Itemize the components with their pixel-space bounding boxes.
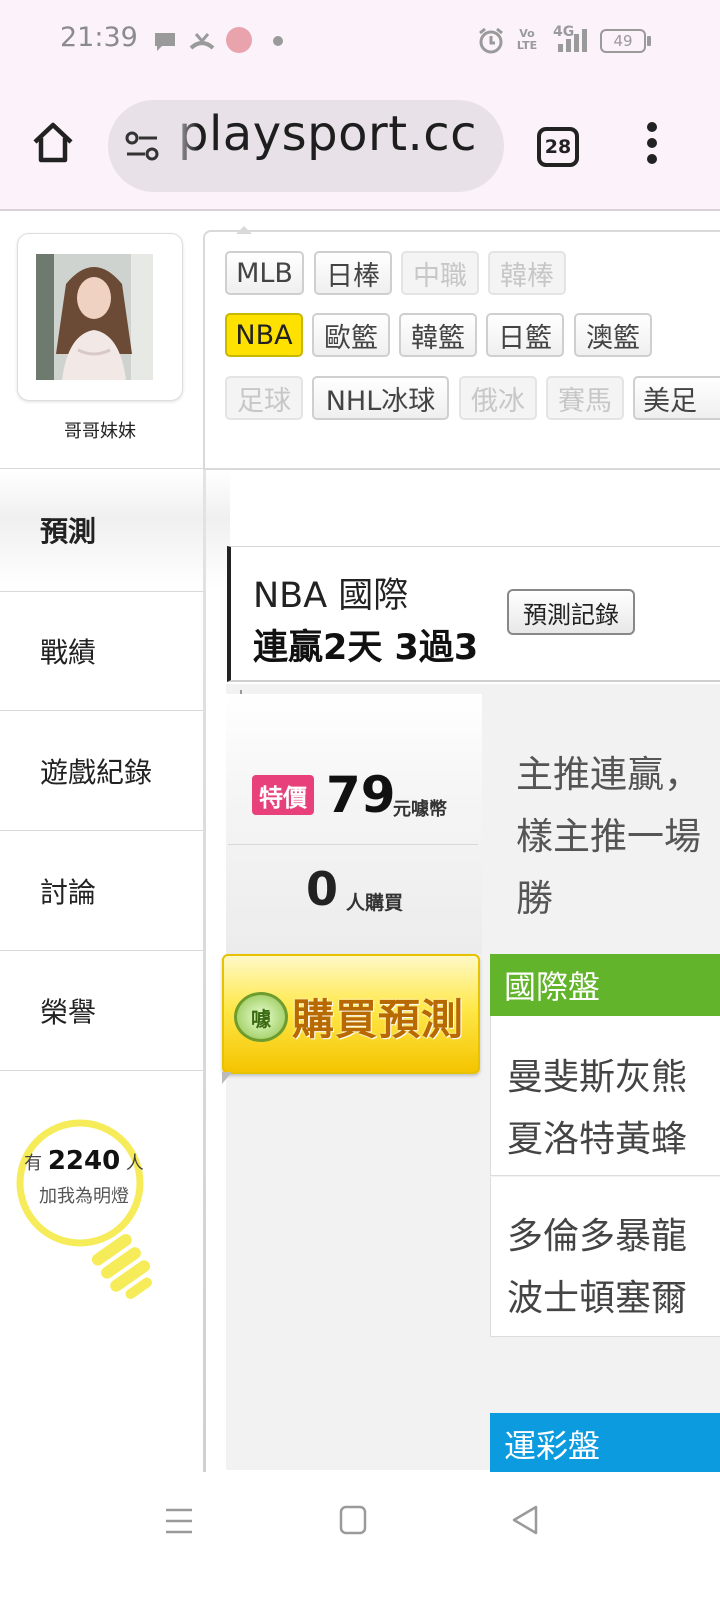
avatar-image [36, 254, 153, 380]
buy-prediction-button[interactable]: 噱 購買預測 [222, 954, 480, 1074]
sport-tab-kbo[interactable]: 韓棒 [488, 251, 566, 295]
sport-tab-japan-basketball[interactable]: 日籃 [486, 313, 564, 357]
coin-icon: 噱 [234, 992, 288, 1042]
sidebar-item-record[interactable]: 戰績 [0, 591, 206, 711]
buy-prediction-label: 購買預測 [292, 995, 465, 1044]
discount-badge: 特價 [252, 775, 314, 815]
buyers-count: 0 [306, 862, 339, 916]
chrome-divider [0, 209, 720, 211]
buyers-unit: 人購買 [346, 892, 404, 914]
sport-tab-mlb[interactable]: MLB [225, 251, 304, 295]
match-team-away: 曼斐斯灰熊 [507, 1057, 688, 1098]
fans-prefix: 有 [24, 1153, 43, 1174]
home-square-icon[interactable] [338, 1504, 368, 1536]
profile-name[interactable]: 哥哥妹妹 [0, 417, 200, 443]
alarm-icon [479, 27, 503, 54]
sidebar-divider [0, 468, 206, 469]
coin-char: 噱 [251, 1006, 271, 1031]
sport-tab-american-football[interactable]: 美足 [633, 376, 720, 420]
url-text[interactable]: playsport.cc [178, 106, 477, 162]
match-team-away: 多倫多暴龍 [507, 1216, 688, 1257]
button-corner [222, 1072, 232, 1084]
analysis-text: 主推連贏， 樣主推一場 勝 [516, 744, 720, 930]
missed-call-icon [189, 33, 215, 50]
battery-tip [647, 36, 651, 46]
sport-tab-soccer[interactable]: 足球 [225, 376, 303, 420]
fans-count-line: 有 2240 人 [24, 1146, 144, 1176]
sport-tab-korea-basketball[interactable]: 韓籃 [399, 313, 477, 357]
sidebar-item-label: 預測 [40, 515, 97, 548]
sidebar-item-game-history[interactable]: 遊戲紀錄 [0, 711, 206, 831]
analysis-line: 勝 [516, 877, 553, 920]
sport-tab-russian-hockey[interactable]: 俄冰 [459, 376, 537, 420]
match-team-home: 夏洛特黃蜂 [507, 1119, 688, 1160]
fans-suffix: 人 [125, 1153, 144, 1174]
price-divider [228, 844, 478, 845]
avatar[interactable] [36, 254, 153, 380]
prediction-streak: 連贏2天 3過3 [253, 628, 479, 668]
price-value: 79 [326, 766, 396, 824]
sidebar-item-honors[interactable]: 榮譽 [0, 951, 206, 1071]
sport-tab-euro-basketball[interactable]: 歐籃 [312, 313, 390, 357]
url-bar[interactable]: playsport.cc [108, 100, 504, 192]
fans-count: 2240 [47, 1146, 121, 1176]
prediction-title: NBA 國際 [253, 576, 409, 616]
back-triangle-icon[interactable] [510, 1504, 540, 1536]
home-icon[interactable] [30, 120, 76, 166]
site-settings-icon[interactable] [124, 128, 160, 164]
browser-chrome: 21:39 Vo LTE 4G 49 playsport.cc 28 [0, 0, 720, 210]
tab-switcher-button[interactable]: 28 [537, 127, 579, 167]
sidebar-item-label: 戰績 [40, 636, 97, 669]
chat-bubble-icon [155, 33, 175, 51]
profile-card[interactable] [17, 233, 183, 401]
sidebar-item-label: 榮譽 [40, 995, 97, 1029]
battery-icon: 49 [600, 29, 646, 53]
market-lottery-header: 運彩盤 [490, 1413, 720, 1475]
market-lottery-label: 運彩盤 [504, 1427, 601, 1465]
price-unit: 元噱幣 [393, 799, 447, 820]
sidebar-item-discussion[interactable]: 討論 [0, 831, 206, 951]
match-team-home: 波士頓塞爾 [507, 1278, 688, 1319]
prediction-header: NBA 國際 連贏2天 3過3 預測記錄 [227, 546, 720, 682]
panel-pointer [236, 226, 252, 234]
price-box [226, 694, 482, 954]
system-nav-bar [0, 1472, 720, 1604]
status-time: 21:39 [60, 22, 138, 53]
market-international-label: 國際盤 [504, 968, 601, 1006]
more-menu-icon[interactable] [646, 122, 658, 164]
sidebar-item-label: 討論 [40, 875, 97, 909]
sport-tab-npb[interactable]: 日棒 [314, 251, 392, 295]
battery-level: 49 [613, 32, 633, 50]
sport-tab-horse-racing[interactable]: 賽馬 [546, 376, 624, 420]
match-item[interactable]: 曼斐斯灰熊 夏洛特黃蜂 [490, 1016, 720, 1176]
signal-4g-icon [558, 29, 587, 52]
sport-tab-australia-basketball[interactable]: 澳籃 [574, 313, 652, 357]
match-item[interactable]: 多倫多暴龍 波士頓塞爾 [490, 1177, 720, 1337]
fans-caption[interactable]: 加我為明燈 [24, 1182, 144, 1208]
sport-tab-nba[interactable]: NBA [225, 313, 303, 357]
analysis-line: 主推連贏， [516, 753, 701, 796]
url-fade [168, 100, 198, 192]
sport-tab-cpbl[interactable]: 中職 [401, 251, 479, 295]
prediction-history-button[interactable]: 預測記錄 [507, 589, 635, 635]
menu-icon[interactable] [164, 1506, 194, 1536]
dot-icon [273, 36, 283, 46]
volte-icon: Vo LTE [516, 27, 538, 52]
sidebar-item-predict[interactable]: 預測 [0, 470, 230, 590]
sport-tab-nhl[interactable]: NHL冰球 [312, 376, 449, 420]
app-avatar-icon [226, 27, 252, 53]
analysis-line: 樣主推一場 [516, 815, 701, 858]
market-international-header: 國際盤 [490, 954, 720, 1016]
sidebar-item-label: 遊戲紀錄 [40, 755, 153, 789]
